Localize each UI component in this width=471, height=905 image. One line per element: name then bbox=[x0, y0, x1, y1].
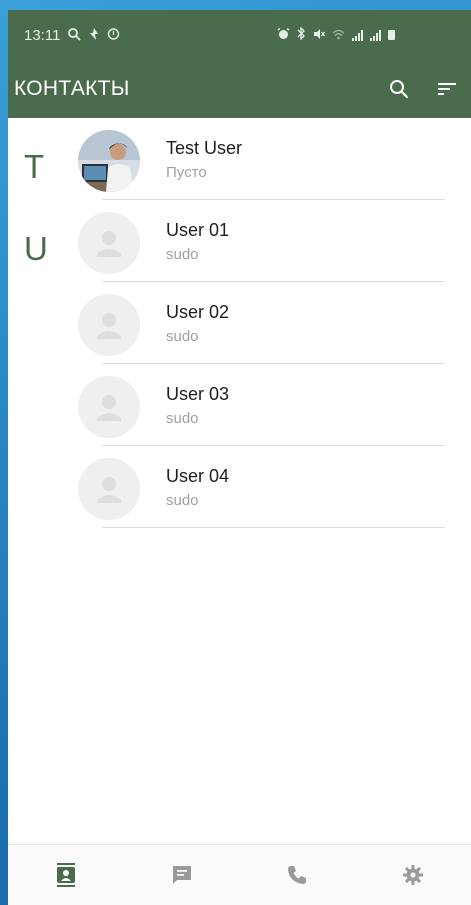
status-bar: 13:11 bbox=[8, 10, 471, 60]
search-icon bbox=[390, 80, 409, 99]
search-button[interactable] bbox=[375, 65, 423, 113]
contact-status: sudo bbox=[166, 410, 199, 427]
contact-status: sudo bbox=[166, 328, 199, 345]
contact-row-user-02[interactable]: User 02 sudo bbox=[8, 282, 471, 364]
contact-status: sudo bbox=[166, 246, 199, 263]
contacts-icon bbox=[56, 863, 75, 887]
search-status-icon bbox=[67, 27, 82, 44]
contact-name: Test User bbox=[166, 138, 243, 158]
bottom-nav bbox=[8, 844, 471, 905]
person-icon bbox=[78, 294, 140, 356]
signal-icon bbox=[352, 29, 363, 41]
mute-icon bbox=[313, 27, 325, 43]
contact-name: User 04 bbox=[166, 466, 230, 486]
app-bar: КОНТАКТЫ bbox=[8, 60, 471, 118]
person-icon bbox=[78, 458, 140, 520]
nav-chats[interactable] bbox=[152, 851, 212, 899]
battery-icon bbox=[388, 30, 395, 40]
bluetooth-icon bbox=[297, 26, 306, 43]
settings-icon bbox=[403, 865, 424, 885]
person-icon bbox=[78, 376, 140, 438]
section-u: U User 01 sudo User 02 sudo User 03 sudo… bbox=[8, 200, 471, 528]
nav-calls[interactable] bbox=[267, 851, 327, 899]
section-t: T Test User Пусто bbox=[8, 118, 471, 200]
page-title: КОНТАКТЫ bbox=[14, 77, 130, 100]
divider bbox=[102, 527, 445, 528]
sort-button[interactable] bbox=[423, 65, 471, 113]
avatar-placeholder bbox=[78, 458, 140, 520]
nav-contacts[interactable] bbox=[36, 851, 96, 899]
person-icon bbox=[78, 212, 140, 274]
contact-status: Пусто bbox=[166, 164, 207, 181]
avatar-photo bbox=[78, 130, 140, 192]
contact-name: User 03 bbox=[166, 384, 230, 404]
contact-name: User 01 bbox=[166, 220, 230, 240]
avatar-placeholder bbox=[78, 212, 140, 274]
contact-row-user-03[interactable]: User 03 sudo bbox=[8, 364, 471, 446]
contact-name: User 02 bbox=[166, 302, 230, 322]
nav-settings[interactable] bbox=[383, 851, 443, 899]
wifi-icon bbox=[332, 27, 345, 43]
contact-row-test-user[interactable]: Test User Пусто bbox=[8, 118, 471, 200]
chat-icon bbox=[172, 866, 191, 884]
alarm-icon bbox=[277, 27, 290, 43]
avatar-placeholder bbox=[78, 294, 140, 356]
contact-row-user-01[interactable]: User 01 sudo bbox=[8, 200, 471, 282]
contact-row-user-04[interactable]: User 04 sudo bbox=[8, 446, 471, 528]
phone-screen: 13:11 КОНТАКТЫ T Test User Пусто U User … bbox=[8, 10, 471, 905]
avatar-placeholder bbox=[78, 376, 140, 438]
sort-icon bbox=[438, 83, 456, 95]
contact-status: sudo bbox=[166, 492, 199, 509]
shield-status-icon bbox=[107, 27, 120, 44]
contact-list: T Test User Пусто U User 01 sudo User 02… bbox=[8, 118, 471, 528]
signal-icon-2 bbox=[370, 29, 381, 41]
phone-icon bbox=[288, 866, 307, 884]
status-time: 13:11 bbox=[24, 26, 61, 44]
notification-status-icon bbox=[88, 27, 100, 44]
